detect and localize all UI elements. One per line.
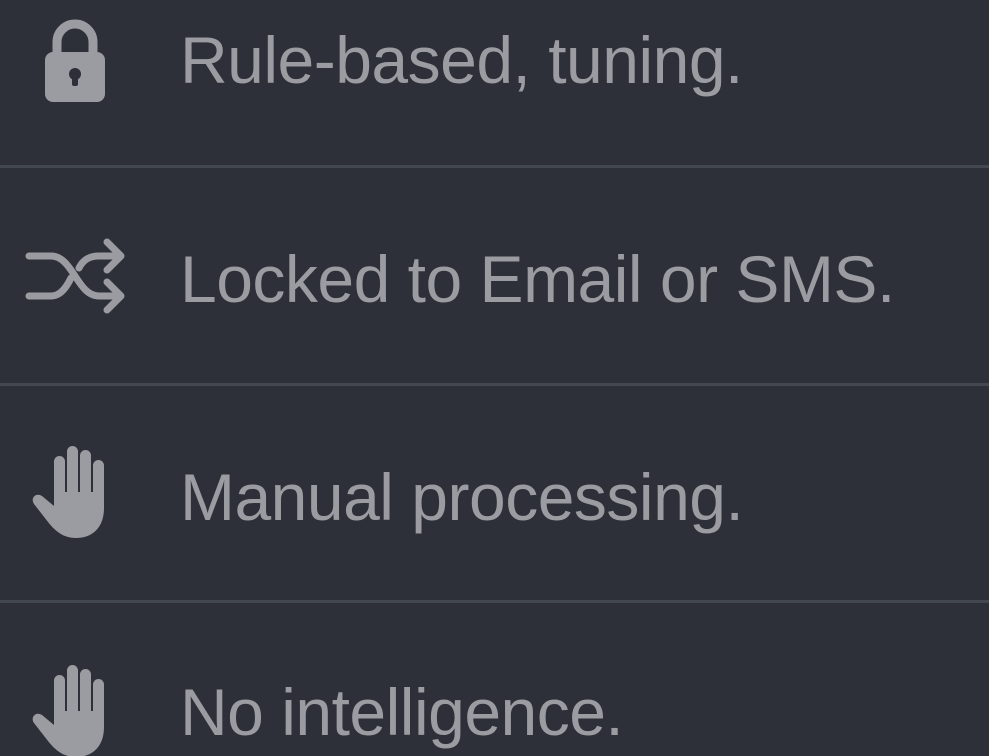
list-item: No intelligence. [0, 603, 989, 756]
feature-label: No intelligence. [180, 675, 624, 749]
hand-icon [22, 661, 128, 756]
list-item: Rule-based, tuning. [0, 0, 989, 165]
hand-icon [22, 442, 128, 542]
lock-icon [22, 10, 128, 110]
list-item: Locked to Email or SMS. [0, 168, 989, 383]
shuffle-icon [22, 226, 128, 326]
feature-list: Rule-based, tuning. Locked to Email or S… [0, 0, 989, 756]
list-item: Manual processing. [0, 386, 989, 600]
feature-label: Locked to Email or SMS. [180, 242, 895, 316]
feature-label: Manual processing. [180, 460, 744, 534]
feature-label: Rule-based, tuning. [180, 23, 743, 97]
